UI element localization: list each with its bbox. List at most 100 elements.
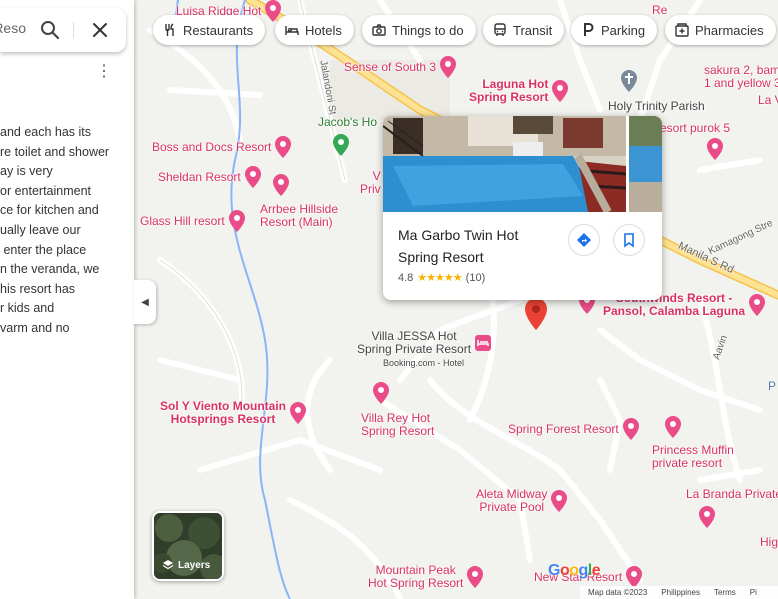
rating-stars: ★★★★★ <box>417 271 463 284</box>
poi-laguna-hot[interactable]: Laguna Hot Spring Resort <box>469 78 569 104</box>
poi-sol-y-viento[interactable]: Sol Y Viento Mountain Hotsprings Resort <box>160 400 307 426</box>
review-line: ce for kitchen and <box>0 203 99 218</box>
poi-sakura[interactable]: sakura 2, bamboo 1 and yellow 3 by <box>704 64 778 90</box>
chip-label: Restaurants <box>183 22 254 38</box>
directions-button[interactable] <box>568 224 600 256</box>
poi-label: Arrbee Hillside Resort (Main) <box>260 202 339 229</box>
google-logo: Google <box>548 562 601 579</box>
terms-link[interactable]: Terms <box>714 588 736 597</box>
place-info-card[interactable]: Ma Garbo Twin Hot Spring Resort 4.8 ★★★★… <box>383 116 662 300</box>
poi-boss-docs[interactable]: Boss and Docs Resort <box>152 136 292 158</box>
layers-label-group: Layers <box>162 559 210 571</box>
poi-hig[interactable]: Hig <box>760 536 778 549</box>
chip-restaurants[interactable]: Restaurants <box>153 15 266 45</box>
search-box[interactable] <box>0 8 126 52</box>
poi-la-v[interactable]: La V <box>758 94 778 107</box>
star-icon: ★ <box>426 272 436 284</box>
chip-label: Hotels <box>305 22 342 38</box>
layers-text: Layers <box>178 559 211 571</box>
poi-princess-muffin[interactable]: Princess Muffin private resort <box>652 444 734 470</box>
poi-re-top[interactable]: Re <box>652 4 667 17</box>
poi-la-branda[interactable]: La Branda Private <box>686 488 778 501</box>
poi-label: Hig <box>760 535 778 549</box>
search-icon[interactable] <box>40 20 60 40</box>
poi-sense-of-south[interactable]: Sense of South 3 <box>344 56 457 78</box>
hotel-pin-icon <box>474 332 492 354</box>
more-options-icon[interactable]: ⋮ <box>96 63 112 81</box>
selected-place-pin[interactable] <box>524 298 548 330</box>
save-button[interactable] <box>613 224 645 256</box>
place-photo[interactable] <box>383 116 626 212</box>
poi-label: Spring Forest Resort <box>508 421 619 436</box>
poi-p-right[interactable]: P <box>768 380 776 393</box>
poi-resort-purok-pin[interactable] <box>706 138 724 160</box>
collapse-panel-button[interactable]: ◀ <box>134 280 156 324</box>
bed-icon <box>285 26 299 35</box>
hot-spring-pin-icon <box>289 402 307 424</box>
poi-label: Jacob's Ho <box>318 115 377 129</box>
chip-pharmacies[interactable]: Pharmacies <box>665 15 776 45</box>
review-line: or entertainment <box>0 183 92 198</box>
poi-mountain-peak[interactable]: Mountain Peak Hot Spring Resort <box>368 564 484 590</box>
poi-aleta-midway[interactable]: Aleta Midway Private Pool <box>476 488 568 514</box>
place-photo-secondary[interactable] <box>629 116 662 212</box>
poi-label: Mountain Peak Hot Spring Resort <box>368 563 464 590</box>
star-icon: ★ <box>443 272 454 284</box>
privacy-link[interactable]: Pi <box>750 588 757 597</box>
hot-spring-pin-icon <box>550 490 568 512</box>
close-icon[interactable] <box>90 20 110 40</box>
pharmacy-icon <box>675 23 689 37</box>
hot-spring-pin-icon <box>272 174 290 196</box>
poi-princess-muffin-pin[interactable] <box>664 416 682 438</box>
poi-glass-hill[interactable]: Glass Hill resort <box>140 210 246 232</box>
poi-holy-trinity-label[interactable]: Holy Trinity Parish <box>608 100 705 113</box>
review-count[interactable]: (10) <box>466 272 486 284</box>
poi-label: V Priv <box>360 169 381 196</box>
poi-label: Re <box>652 3 668 17</box>
poi-villa-jessa[interactable]: Villa JESSA Hot Spring Private Resort <box>357 330 492 356</box>
review-line: ay is very <box>0 164 53 179</box>
location-pin-icon <box>524 298 548 330</box>
map-footer: Map data ©2023 Philippines Terms Pi <box>580 586 778 599</box>
chip-hotels[interactable]: Hotels <box>275 15 354 45</box>
poi-arrbee-pin[interactable] <box>272 174 290 196</box>
bookmark-icon <box>624 233 634 248</box>
poi-vi-priv[interactable]: V Priv <box>360 170 381 196</box>
poi-villa-rey[interactable]: Villa Rey Hot Spring Resort <box>361 412 434 438</box>
poi-spring-forest[interactable]: Spring Forest Resort <box>508 418 640 440</box>
place-title[interactable]: Ma Garbo Twin Hot Spring Resort <box>398 224 558 268</box>
poi-sheldan[interactable]: Sheldan Resort <box>158 166 262 188</box>
poi-villa-rey-pin[interactable] <box>372 382 390 404</box>
chip-transit[interactable]: Transit <box>483 15 565 45</box>
review-line: enter the place <box>0 242 87 257</box>
review-line: his resort has <box>0 281 76 296</box>
poi-booking[interactable]: Booking.com - Hotel <box>383 357 464 370</box>
poi-jacobs[interactable]: Jacob's Ho <box>318 116 377 129</box>
chip-label: Things to do <box>392 22 464 38</box>
poi-label: La Branda Private <box>686 487 778 501</box>
review-line: ually leave our <box>0 222 81 237</box>
hot-spring-pin-icon <box>551 80 569 102</box>
chip-parking[interactable]: Parking <box>571 15 658 45</box>
hot-spring-pin-icon <box>274 136 292 158</box>
layers-button[interactable]: Layers <box>152 511 224 581</box>
poi-label: Villa Rey Hot Spring Resort <box>361 411 435 438</box>
poi-jacobs-pin[interactable] <box>332 134 350 156</box>
country-label[interactable]: Philippines <box>661 588 700 597</box>
poi-arrbee[interactable]: Arrbee Hillside Resort (Main) <box>260 203 338 229</box>
rating-value: 4.8 <box>398 271 414 284</box>
poi-la-branda-pin[interactable] <box>698 506 716 528</box>
star-icon: ★ <box>452 272 463 284</box>
star-icon: ★ <box>435 272 445 284</box>
review-line: r kids and <box>0 301 55 316</box>
poi-label: Sol Y Viento Mountain Hotsprings Resort <box>160 399 287 426</box>
poi-resort-purok[interactable]: resort purok 5 <box>656 122 730 135</box>
review-line: varm and no <box>0 320 70 335</box>
review-line: re toilet and shower <box>0 144 110 159</box>
poi-holy-trinity[interactable] <box>620 70 638 92</box>
chip-things-to-do[interactable]: Things to do <box>362 15 476 45</box>
search-input[interactable] <box>0 20 26 36</box>
poi-label: Glass Hill resort <box>140 213 225 228</box>
poi-label: La V <box>758 93 778 107</box>
hot-spring-pin-icon <box>625 566 643 588</box>
